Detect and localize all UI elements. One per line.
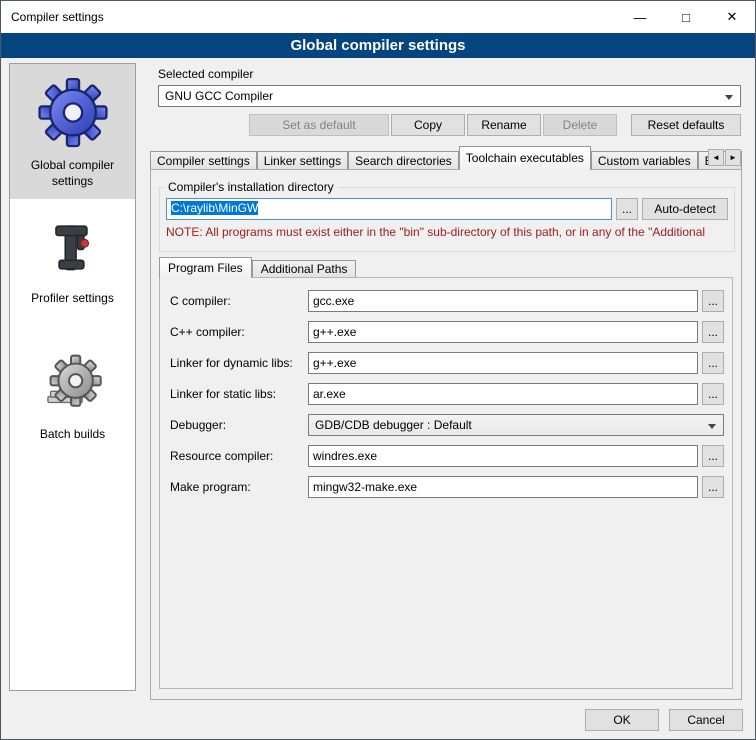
install-dir-row: C:\raylib\MinGW ... Auto-detect (160, 196, 734, 220)
page-title: Global compiler settings (1, 33, 755, 58)
cpp-compiler-input[interactable] (308, 321, 698, 343)
tab-linker-settings[interactable]: Linker settings (257, 151, 348, 170)
sidebar-item-label: Batch builds (40, 427, 105, 443)
toolchain-executables-panel: Compiler's installation directory C:\ray… (150, 169, 742, 700)
install-dir-group-title: Compiler's installation directory (164, 180, 338, 194)
copy-button[interactable]: Copy (391, 114, 465, 136)
dynamic-linker-label: Linker for dynamic libs: (170, 356, 308, 370)
debugger-label: Debugger: (170, 418, 308, 432)
cpp-compiler-browse-button[interactable]: ... (702, 321, 724, 343)
sidebar-item-batch-builds[interactable]: Batch builds (10, 345, 135, 453)
sidebar-item-label: Profiler settings (31, 291, 114, 307)
c-compiler-label: C compiler: (170, 294, 308, 308)
install-dir-value: C:\raylib\MinGW (171, 201, 258, 215)
selected-compiler-dropdown[interactable]: GNU GCC Compiler (158, 85, 741, 107)
profiler-clamp-icon (42, 219, 104, 286)
tab-scroll-right-icon[interactable]: ► (725, 149, 741, 166)
sidebar-item-label: Global compiler settings (13, 158, 132, 189)
delete-button[interactable]: Delete (543, 114, 617, 136)
ok-button[interactable]: OK (585, 709, 659, 731)
sidebar: Global compiler settings Profiler settin… (9, 63, 136, 691)
debugger-dropdown[interactable]: GDB/CDB debugger : Default (308, 414, 724, 436)
form-row: Linker for static libs: ... (170, 383, 724, 405)
sidebar-item-global-compiler-settings[interactable]: Global compiler settings (10, 64, 135, 199)
window-controls: — □ ✕ (617, 1, 755, 33)
selected-compiler-value: GNU GCC Compiler (165, 89, 273, 103)
set-as-default-button[interactable]: Set as default (249, 114, 389, 136)
install-dir-input[interactable]: C:\raylib\MinGW (166, 198, 612, 220)
chevron-down-icon (725, 95, 733, 100)
dialog-footer: OK Cancel (585, 709, 743, 731)
tab-strip: Compiler settings Linker settings Search… (150, 146, 742, 170)
maximize-icon[interactable]: □ (663, 1, 709, 33)
form-row: Linker for dynamic libs: ... (170, 352, 724, 374)
resource-compiler-label: Resource compiler: (170, 449, 308, 463)
compiler-actions: Set as default Copy Rename Delete Reset … (158, 114, 741, 136)
resource-compiler-browse-button[interactable]: ... (702, 445, 724, 467)
c-compiler-input[interactable] (308, 290, 698, 312)
tab-additional-paths[interactable]: Additional Paths (252, 260, 357, 278)
minimize-icon[interactable]: — (617, 1, 663, 33)
tab-search-directories[interactable]: Search directories (348, 151, 459, 170)
note-text: NOTE: All programs must exist either in … (160, 220, 734, 239)
tab-toolchain-executables[interactable]: Toolchain executables (459, 146, 591, 170)
c-compiler-browse-button[interactable]: ... (702, 290, 724, 312)
make-program-label: Make program: (170, 480, 308, 494)
close-icon[interactable]: ✕ (709, 1, 755, 33)
install-dir-browse-button[interactable]: ... (616, 198, 638, 220)
tab-program-files[interactable]: Program Files (159, 257, 252, 278)
cpp-compiler-label: C++ compiler: (170, 325, 308, 339)
static-linker-browse-button[interactable]: ... (702, 383, 724, 405)
resource-compiler-input[interactable] (308, 445, 698, 467)
make-program-browse-button[interactable]: ... (702, 476, 724, 498)
debugger-value: GDB/CDB debugger : Default (315, 418, 472, 432)
dynamic-linker-browse-button[interactable]: ... (702, 352, 724, 374)
form-row: Resource compiler: ... (170, 445, 724, 467)
selected-compiler-label: Selected compiler (158, 67, 253, 81)
gear-gray-icon (40, 353, 106, 422)
sidebar-item-profiler-settings[interactable]: Profiler settings (10, 211, 135, 317)
tab-compiler-settings[interactable]: Compiler settings (150, 151, 257, 170)
chevron-down-icon (708, 424, 716, 429)
make-program-input[interactable] (308, 476, 698, 498)
cancel-button[interactable]: Cancel (669, 709, 743, 731)
tab-scroll-controls: ◄ ► (708, 149, 741, 166)
window-title: Compiler settings (11, 10, 104, 24)
tab-scroll-left-icon[interactable]: ◄ (708, 149, 724, 166)
form-row: Make program: ... (170, 476, 724, 498)
titlebar: Compiler settings — □ ✕ (1, 1, 755, 33)
compiler-settings-window: Compiler settings — □ ✕ Global compiler … (0, 0, 756, 740)
rename-button[interactable]: Rename (467, 114, 541, 136)
form-row: Debugger: GDB/CDB debugger : Default (170, 414, 724, 436)
gear-blue-icon (35, 72, 111, 153)
form-row: C++ compiler: ... (170, 321, 724, 343)
program-files-panel: C compiler: ... C++ compiler: ... Linker… (159, 277, 733, 689)
auto-detect-button[interactable]: Auto-detect (642, 198, 728, 220)
tab-custom-variables[interactable]: Custom variables (591, 151, 698, 170)
dynamic-linker-input[interactable] (308, 352, 698, 374)
static-linker-input[interactable] (308, 383, 698, 405)
reset-defaults-button[interactable]: Reset defaults (631, 114, 741, 136)
form-row: C compiler: ... (170, 290, 724, 312)
subtab-strip: Program Files Additional Paths (159, 257, 356, 278)
static-linker-label: Linker for static libs: (170, 387, 308, 401)
install-dir-group: Compiler's installation directory C:\ray… (159, 180, 735, 252)
